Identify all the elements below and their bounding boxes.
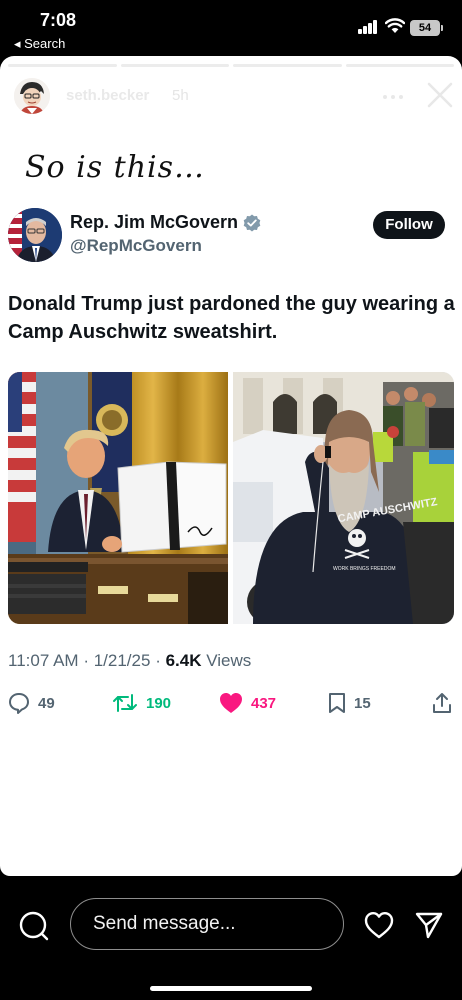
progress-segment — [345, 64, 454, 67]
tweet-photo-oval-office[interactable] — [8, 372, 228, 624]
story-avatar[interactable] — [12, 76, 52, 116]
progress-segment — [120, 64, 229, 67]
back-to-search-link[interactable]: ◂ Search — [14, 36, 65, 52]
sweatshirt-print-small: WORK BRINGS FREEDOM — [333, 566, 396, 572]
repost-icon — [113, 694, 137, 712]
tweet-author-avatar[interactable] — [8, 208, 62, 262]
like-icon — [220, 693, 242, 713]
more-icon[interactable] — [382, 86, 404, 108]
share-icon — [433, 693, 451, 713]
send-message-input[interactable] — [70, 898, 344, 950]
heart-icon[interactable] — [364, 911, 394, 939]
status-time: 7:08 — [40, 10, 77, 30]
send-icon[interactable] — [414, 910, 444, 940]
story-caption: So is this… — [25, 150, 206, 185]
meta-separator: · — [155, 651, 161, 670]
story-header: seth.becker 5h — [12, 72, 453, 120]
tweet-text: Donald Trump just pardoned the guy weari… — [8, 293, 455, 343]
like-button[interactable]: 437 — [219, 690, 276, 716]
tweet-actions: 49 190 437 15 — [0, 690, 462, 720]
bookmark-icon — [329, 693, 345, 713]
bookmark-count: 15 — [354, 694, 371, 712]
signal-icon — [358, 20, 380, 34]
reply-icon — [9, 693, 29, 714]
story-age: 5h — [172, 87, 189, 104]
repost-button[interactable]: 190 — [112, 690, 171, 716]
story-reply-bar — [0, 876, 462, 1000]
story-card[interactable]: seth.becker 5h So is this… Rep. Jim McGo… — [0, 56, 462, 876]
tweet-views-label: Views — [206, 651, 252, 670]
verified-icon — [243, 214, 261, 232]
status-bar: 7:08 ◂ Search 54 — [0, 0, 462, 56]
battery-tip — [441, 25, 443, 31]
story-progress — [8, 64, 454, 67]
reply-count: 49 — [38, 694, 55, 712]
progress-segment — [233, 64, 342, 67]
story-username[interactable]: seth.becker — [66, 87, 149, 104]
follow-button[interactable]: Follow — [373, 211, 445, 239]
tweet-photo-capitol-rioter[interactable]: CAMP AUSCHWITZ WORK BRINGS FREEDOM — [233, 372, 454, 624]
meta-separator: · — [83, 651, 89, 670]
tweet-date: 1/21/25 — [93, 651, 151, 670]
repost-count: 190 — [146, 694, 172, 712]
close-icon[interactable] — [426, 81, 454, 109]
share-button[interactable] — [432, 690, 460, 716]
tweet-meta: 11:07 AM · 1/21/25 · 6.4K Views — [8, 651, 251, 671]
tweet-views-count: 6.4K — [165, 651, 202, 670]
like-count: 437 — [251, 694, 277, 712]
tweet-display-name[interactable]: Rep. Jim McGovern — [70, 212, 238, 233]
progress-segment — [8, 64, 117, 67]
reply-button[interactable]: 49 — [8, 690, 55, 716]
embedded-tweet[interactable]: Rep. Jim McGovern @RepMcGovern Follow Do… — [0, 198, 462, 738]
tweet-time: 11:07 AM — [8, 651, 79, 670]
camera-icon[interactable] — [18, 910, 50, 942]
home-indicator — [150, 986, 312, 991]
battery-indicator: 54 — [410, 20, 440, 36]
tweet-handle[interactable]: @RepMcGovern — [70, 236, 202, 256]
bookmark-button[interactable]: 15 — [328, 690, 371, 716]
wifi-icon — [385, 18, 405, 33]
